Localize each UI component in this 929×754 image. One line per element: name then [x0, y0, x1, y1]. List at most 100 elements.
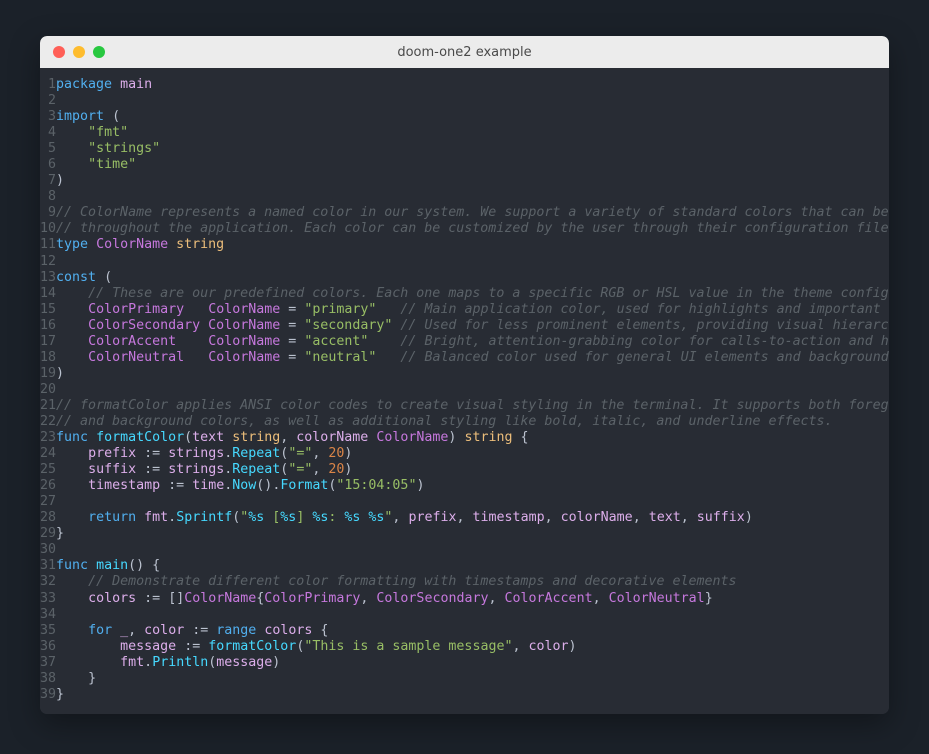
line-source[interactable]: colors := []ColorName{ColorPrimary, Colo…	[56, 591, 889, 607]
line-number: 25	[40, 462, 57, 478]
line-source[interactable]: import (	[56, 109, 889, 125]
line-source[interactable]	[56, 542, 889, 558]
code-line: 26 timestamp := time.Now().Format("15:04…	[40, 478, 889, 494]
line-source[interactable]: "strings"	[56, 141, 889, 157]
code-line: 23 func formatColor(text string, colorNam…	[40, 430, 889, 446]
line-source[interactable]: package main	[56, 77, 889, 93]
code-line: 18 ColorNeutral ColorName = "neutral" //…	[40, 350, 889, 366]
window-controls	[40, 46, 105, 58]
code-editor[interactable]: 1 package main 2 3 import (4 "fmt" 5 "string…	[40, 68, 889, 714]
line-source[interactable]: const (	[56, 270, 889, 286]
maximize-button[interactable]	[93, 46, 105, 58]
line-source[interactable]: }	[56, 687, 889, 703]
line-source[interactable]: // These are our predefined colors. Each…	[56, 286, 889, 302]
line-number: 3	[48, 109, 57, 125]
line-number: 34	[40, 606, 57, 622]
line-source[interactable]: "fmt"	[56, 125, 889, 141]
code-line: 19)	[40, 366, 889, 382]
line-number: 16	[40, 317, 57, 333]
line-source[interactable]: type ColorName string	[56, 237, 889, 253]
close-button[interactable]	[53, 46, 65, 58]
line-number: 24	[40, 446, 57, 462]
code-line: 4 "fmt"	[40, 125, 889, 141]
line-source[interactable]: prefix := strings.Repeat("=", 20)	[56, 446, 889, 462]
code-line: 1 package main	[40, 77, 889, 93]
line-number: 14	[40, 285, 57, 301]
code-line: 32 // Demonstrate different color format…	[40, 574, 889, 590]
line-number: 5	[48, 141, 57, 157]
code-line: 14 // These are our predefined colors. E…	[40, 286, 889, 302]
line-number: 18	[40, 349, 57, 365]
line-source[interactable]: return fmt.Sprintf("%s [%s] %s: %s %s", …	[56, 510, 889, 526]
line-number: 29	[40, 526, 57, 542]
line-source[interactable]: )	[56, 173, 889, 189]
code-line: 5 "strings"	[40, 141, 889, 157]
line-source[interactable]: suffix := strings.Repeat("=", 20)	[56, 462, 889, 478]
line-number: 22	[40, 413, 57, 429]
line-number: 28	[40, 510, 57, 526]
code-line: 11 type ColorName string	[40, 237, 889, 253]
line-source[interactable]: func main() {	[56, 558, 889, 574]
line-source[interactable]	[56, 189, 889, 205]
line-source[interactable]: "time"	[56, 157, 889, 173]
code-line: 25 suffix := strings.Repeat("=", 20)	[40, 462, 889, 478]
line-number: 12	[40, 253, 57, 269]
line-source[interactable]	[56, 382, 889, 398]
line-number: 4	[48, 125, 57, 141]
line-source[interactable]: }	[56, 526, 889, 542]
line-source[interactable]: ColorNeutral ColorName = "neutral" // Ba…	[56, 350, 889, 366]
line-number: 23	[40, 430, 57, 446]
line-number: 33	[40, 590, 57, 606]
line-number: 13	[40, 269, 57, 285]
line-number: 1	[48, 77, 57, 92]
code-line: 16 ColorSecondary ColorName = "secondary…	[40, 318, 889, 334]
line-number: 38	[40, 670, 57, 686]
line-source[interactable]	[56, 254, 889, 270]
code-line: 12	[40, 254, 889, 270]
window-titlebar[interactable]: doom-one2 example	[40, 36, 889, 68]
line-source[interactable]: }	[56, 671, 889, 687]
code-line: 28 return fmt.Sprintf("%s [%s] %s: %s %s…	[40, 510, 889, 526]
line-source[interactable]: func formatColor(text string, colorName …	[56, 430, 889, 446]
code-line: 7)	[40, 173, 889, 189]
code-line: 20	[40, 382, 889, 398]
line-source[interactable]: timestamp := time.Now().Format("15:04:05…	[56, 478, 889, 494]
code-lines: 1 package main 2 3 import (4 "fmt" 5 "string…	[40, 77, 889, 703]
code-line: 9// ColorName represents a named color i…	[40, 205, 889, 221]
line-source[interactable]: // and background colors, as well as add…	[56, 414, 889, 430]
minimize-button[interactable]	[73, 46, 85, 58]
line-number: 31	[40, 558, 57, 574]
line-number: 32	[40, 574, 57, 590]
line-source[interactable]	[56, 93, 889, 109]
line-source[interactable]: ColorPrimary ColorName = "primary" // Ma…	[56, 302, 889, 318]
line-source[interactable]: // formatColor applies ANSI color codes …	[56, 398, 889, 414]
code-line: 8	[40, 189, 889, 205]
line-number: 19	[40, 365, 57, 381]
line-source[interactable]: for _, color := range colors {	[56, 623, 889, 639]
line-source[interactable]: )	[56, 366, 889, 382]
line-source[interactable]: // Demonstrate different color formattin…	[56, 574, 889, 590]
line-source[interactable]: fmt.Println(message)	[56, 655, 889, 671]
line-source[interactable]: message := formatColor("This is a sample…	[56, 639, 889, 655]
code-line: 39}	[40, 687, 889, 703]
code-line: 37 fmt.Println(message)	[40, 655, 889, 671]
code-line: 10// throughout the application. Each co…	[40, 221, 889, 237]
line-source[interactable]: ColorSecondary ColorName = "secondary" /…	[56, 318, 889, 334]
code-line: 33 colors := []ColorName{ColorPrimary, C…	[40, 591, 889, 607]
code-line: 38 }	[40, 671, 889, 687]
line-source[interactable]	[56, 494, 889, 510]
code-line: 35 for _, color := range colors {	[40, 623, 889, 639]
line-source[interactable]: // throughout the application. Each colo…	[56, 221, 889, 237]
line-source[interactable]	[56, 607, 889, 623]
code-line: 6 "time"	[40, 157, 889, 173]
line-source[interactable]: ColorAccent ColorName = "accent" // Brig…	[56, 334, 889, 350]
code-line: 22// and background colors, as well as a…	[40, 414, 889, 430]
line-number: 26	[40, 478, 57, 494]
line-number: 9	[48, 205, 57, 221]
line-number: 15	[40, 301, 57, 317]
line-number: 21	[40, 397, 57, 413]
line-source[interactable]: // ColorName represents a named color in…	[56, 205, 889, 221]
line-number: 37	[40, 654, 57, 670]
code-line: 13 const (	[40, 270, 889, 286]
line-number: 35	[40, 622, 57, 638]
